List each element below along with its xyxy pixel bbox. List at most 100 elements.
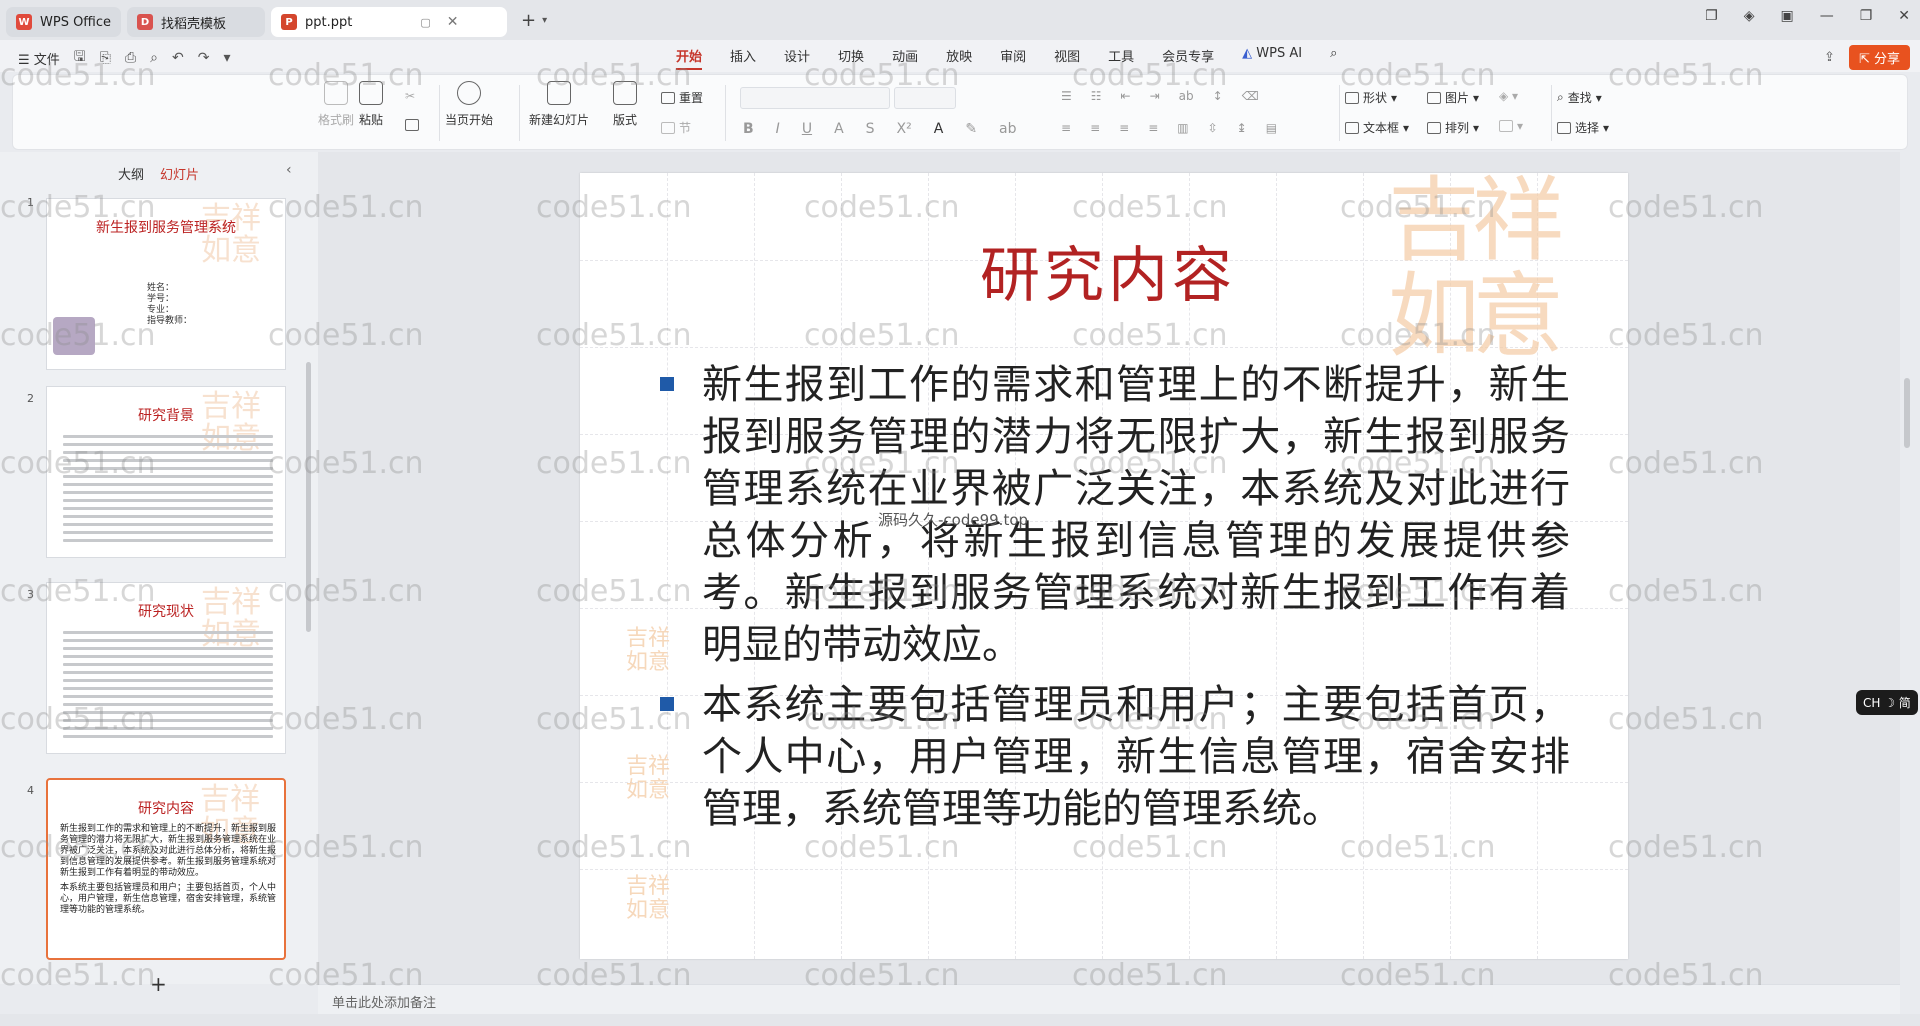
tab-slideshow[interactable]: 放映 (946, 46, 972, 70)
font-color-icon[interactable]: A (934, 121, 944, 137)
paste-button[interactable]: 粘贴 (359, 81, 383, 128)
bold-icon[interactable]: B (743, 121, 754, 137)
ime-indicator[interactable]: CH ☽ 简 (1856, 690, 1918, 715)
layout-icon[interactable]: ❐ (1705, 8, 1718, 24)
cloud-upload-icon[interactable]: ⇪ (1824, 50, 1835, 65)
canvas-scrollbar[interactable] (1904, 378, 1910, 448)
font-size-select[interactable] (894, 87, 956, 109)
char-spacing-icon[interactable]: ab (999, 121, 1016, 137)
close-tab-icon[interactable]: ✕ (447, 14, 459, 30)
highlight-icon[interactable]: ✎ (965, 121, 977, 137)
slide-thumbnail-3[interactable]: 吉祥 如意 研究现状 (46, 582, 286, 754)
slide-number: 1 (27, 196, 34, 209)
tab-review[interactable]: 审阅 (1000, 46, 1026, 70)
slide-title[interactable]: 研究内容 (980, 227, 1236, 314)
textbox-button[interactable]: 文本框 ▾ (1345, 119, 1409, 136)
new-slide-button[interactable]: 新建幻灯片 (529, 81, 589, 128)
ribbon-tabs: 开始 插入 设计 切换 动画 放映 审阅 视图 工具 会员专享 ◭ WPS AI… (676, 46, 1337, 70)
minimize-icon[interactable]: — (1820, 8, 1834, 24)
tab-outline[interactable]: 大纲 (118, 164, 144, 183)
arrange-button[interactable]: 排列 ▾ (1427, 119, 1479, 136)
textbox-icon (1345, 121, 1359, 134)
font-family-select[interactable] (740, 87, 890, 109)
line-spacing-icon[interactable]: ↕ (1213, 89, 1223, 103)
shape-button[interactable]: 形状 ▾ (1345, 89, 1397, 106)
underline-icon[interactable]: U (802, 121, 812, 137)
window-mini-icon[interactable]: ▢ (420, 16, 430, 29)
slide-body[interactable]: 新生报到工作的需求和管理上的不断提升，新生报到服务管理的潜力将无限扩大，新生报到… (660, 359, 1570, 843)
tab-home[interactable]: 开始 (676, 46, 703, 70)
undo-icon[interactable]: ↶ (172, 50, 184, 66)
strikethrough-icon[interactable]: A (834, 121, 844, 137)
tab-tools[interactable]: 工具 (1108, 46, 1134, 70)
notes-pane[interactable]: 单击此处添加备注 (318, 984, 1900, 1014)
tab-transitions[interactable]: 切换 (838, 46, 864, 70)
tab-insert[interactable]: 插入 (730, 46, 756, 70)
more-chevron-icon[interactable]: ▾ (223, 50, 230, 66)
select-button[interactable]: 选择 ▾ (1557, 119, 1609, 136)
numbering-icon[interactable]: ☷ (1091, 89, 1102, 103)
avatar[interactable]: ▣ (1780, 8, 1793, 24)
tab-slides[interactable]: 幻灯片 (160, 164, 199, 183)
tab-design[interactable]: 设计 (784, 46, 810, 70)
current-slide[interactable]: 吉祥 如意 吉祥 如意 吉祥 如意 吉祥 如意 研究内容 新生报到工作的需求和管理上的不… (580, 173, 1628, 959)
format-painter-button[interactable]: 格式刷 (318, 81, 354, 128)
add-slide-button[interactable]: + (150, 972, 167, 996)
slide-thumbnail-2[interactable]: 吉祥 如意 研究背景 (46, 386, 286, 558)
new-tab-icon[interactable]: + (521, 10, 536, 31)
play-from-current-button[interactable]: 当页开始 (445, 81, 493, 128)
strike-s-icon[interactable]: S (866, 121, 875, 137)
print-preview-icon[interactable]: ⌕ (150, 50, 158, 66)
tab-member[interactable]: 会员专享 (1162, 46, 1214, 70)
columns-icon[interactable]: ▥ (1177, 121, 1188, 135)
reset-button[interactable]: 重置 (661, 89, 703, 106)
increase-indent-icon[interactable]: ⇥ (1150, 89, 1160, 103)
align-left-icon[interactable]: ≡ (1061, 121, 1071, 135)
restore-icon[interactable]: ❐ (1860, 8, 1873, 24)
field-advisor: 指导教师： (147, 316, 193, 326)
print-icon[interactable]: ⎙ (125, 50, 136, 66)
export-icon[interactable]: ⎘ (100, 50, 111, 66)
text-direction-icon[interactable]: ab (1179, 89, 1194, 103)
reset-label: 重置 (679, 91, 704, 105)
file-menu[interactable]: ☰ 文件 (18, 49, 60, 68)
menu-bar: ☰ 文件 🖫 ⎘ ⎙ ⌕ ↶ ↷ ▾ 开始 插入 设计 切换 动画 放映 审阅 … (0, 40, 1920, 72)
italic-icon[interactable]: I (776, 121, 780, 137)
tab-ppt-document[interactable]: P ppt.ppt ▢ ✕ (271, 7, 508, 37)
tab-animation[interactable]: 动画 (892, 46, 918, 70)
slide-thumbnail-1[interactable]: 吉祥 如意 新生报到服务管理系统 姓名： 学号： 专业： 指导教师： (46, 198, 286, 370)
slide-thumbnail-4[interactable]: 吉祥 如意 研究内容 新生报到工作的需求和管理上的不断提升，新生报到服务管理的潜力… (46, 778, 286, 960)
close-window-icon[interactable]: ✕ (1898, 8, 1910, 24)
redo-icon[interactable]: ↷ (198, 50, 210, 66)
superscript-icon[interactable]: X² (897, 121, 912, 137)
align-center-icon[interactable]: ≡ (1090, 121, 1100, 135)
collapse-panel-icon[interactable]: ‹ (286, 162, 292, 178)
decrease-indent-icon[interactable]: ⇤ (1121, 89, 1131, 103)
justify-icon[interactable]: ≡ (1148, 121, 1158, 135)
tab-docer-templates[interactable]: D 找稻壳模板 (127, 7, 266, 37)
find-button[interactable]: ⌕ 查找 ▾ (1557, 89, 1602, 106)
cut-icon[interactable]: ✂ (405, 89, 415, 103)
wps-ai-button[interactable]: ◭ WPS AI (1242, 46, 1302, 70)
thumbnail-title: 新生报到服务管理系统 (96, 220, 236, 236)
text-box-settings-icon[interactable]: ▤ (1266, 121, 1277, 135)
tab-view[interactable]: 视图 (1054, 46, 1080, 70)
clear-format-icon[interactable]: ⌫ (1242, 89, 1259, 103)
layout-button[interactable]: 版式 (613, 81, 637, 128)
copy-icon[interactable] (405, 119, 419, 131)
share-button[interactable]: ⇱ 分享 (1848, 45, 1910, 70)
bullets-icon[interactable]: ☰ (1061, 89, 1072, 103)
picture-button[interactable]: 图片 ▾ (1427, 89, 1479, 106)
align-right-icon[interactable]: ≡ (1119, 121, 1129, 135)
outline-icon[interactable]: ▾ (1499, 119, 1523, 133)
tab-wps-office[interactable]: W WPS Office (6, 7, 122, 37)
paragraph-spacing-icon[interactable]: ↨ (1237, 121, 1247, 135)
save-icon[interactable]: 🖫 (74, 46, 86, 70)
vertical-align-icon[interactable]: ⇳ (1208, 121, 1218, 135)
search-icon[interactable]: ⌕ (1330, 46, 1337, 70)
fill-icon[interactable]: ◈ ▾ (1499, 89, 1518, 103)
cube-icon[interactable]: ◈ (1744, 8, 1755, 24)
section-button[interactable]: 节 (661, 119, 691, 136)
tab-list-chevron-icon[interactable]: ▾ (542, 15, 547, 26)
panel-scrollbar[interactable] (306, 362, 311, 632)
